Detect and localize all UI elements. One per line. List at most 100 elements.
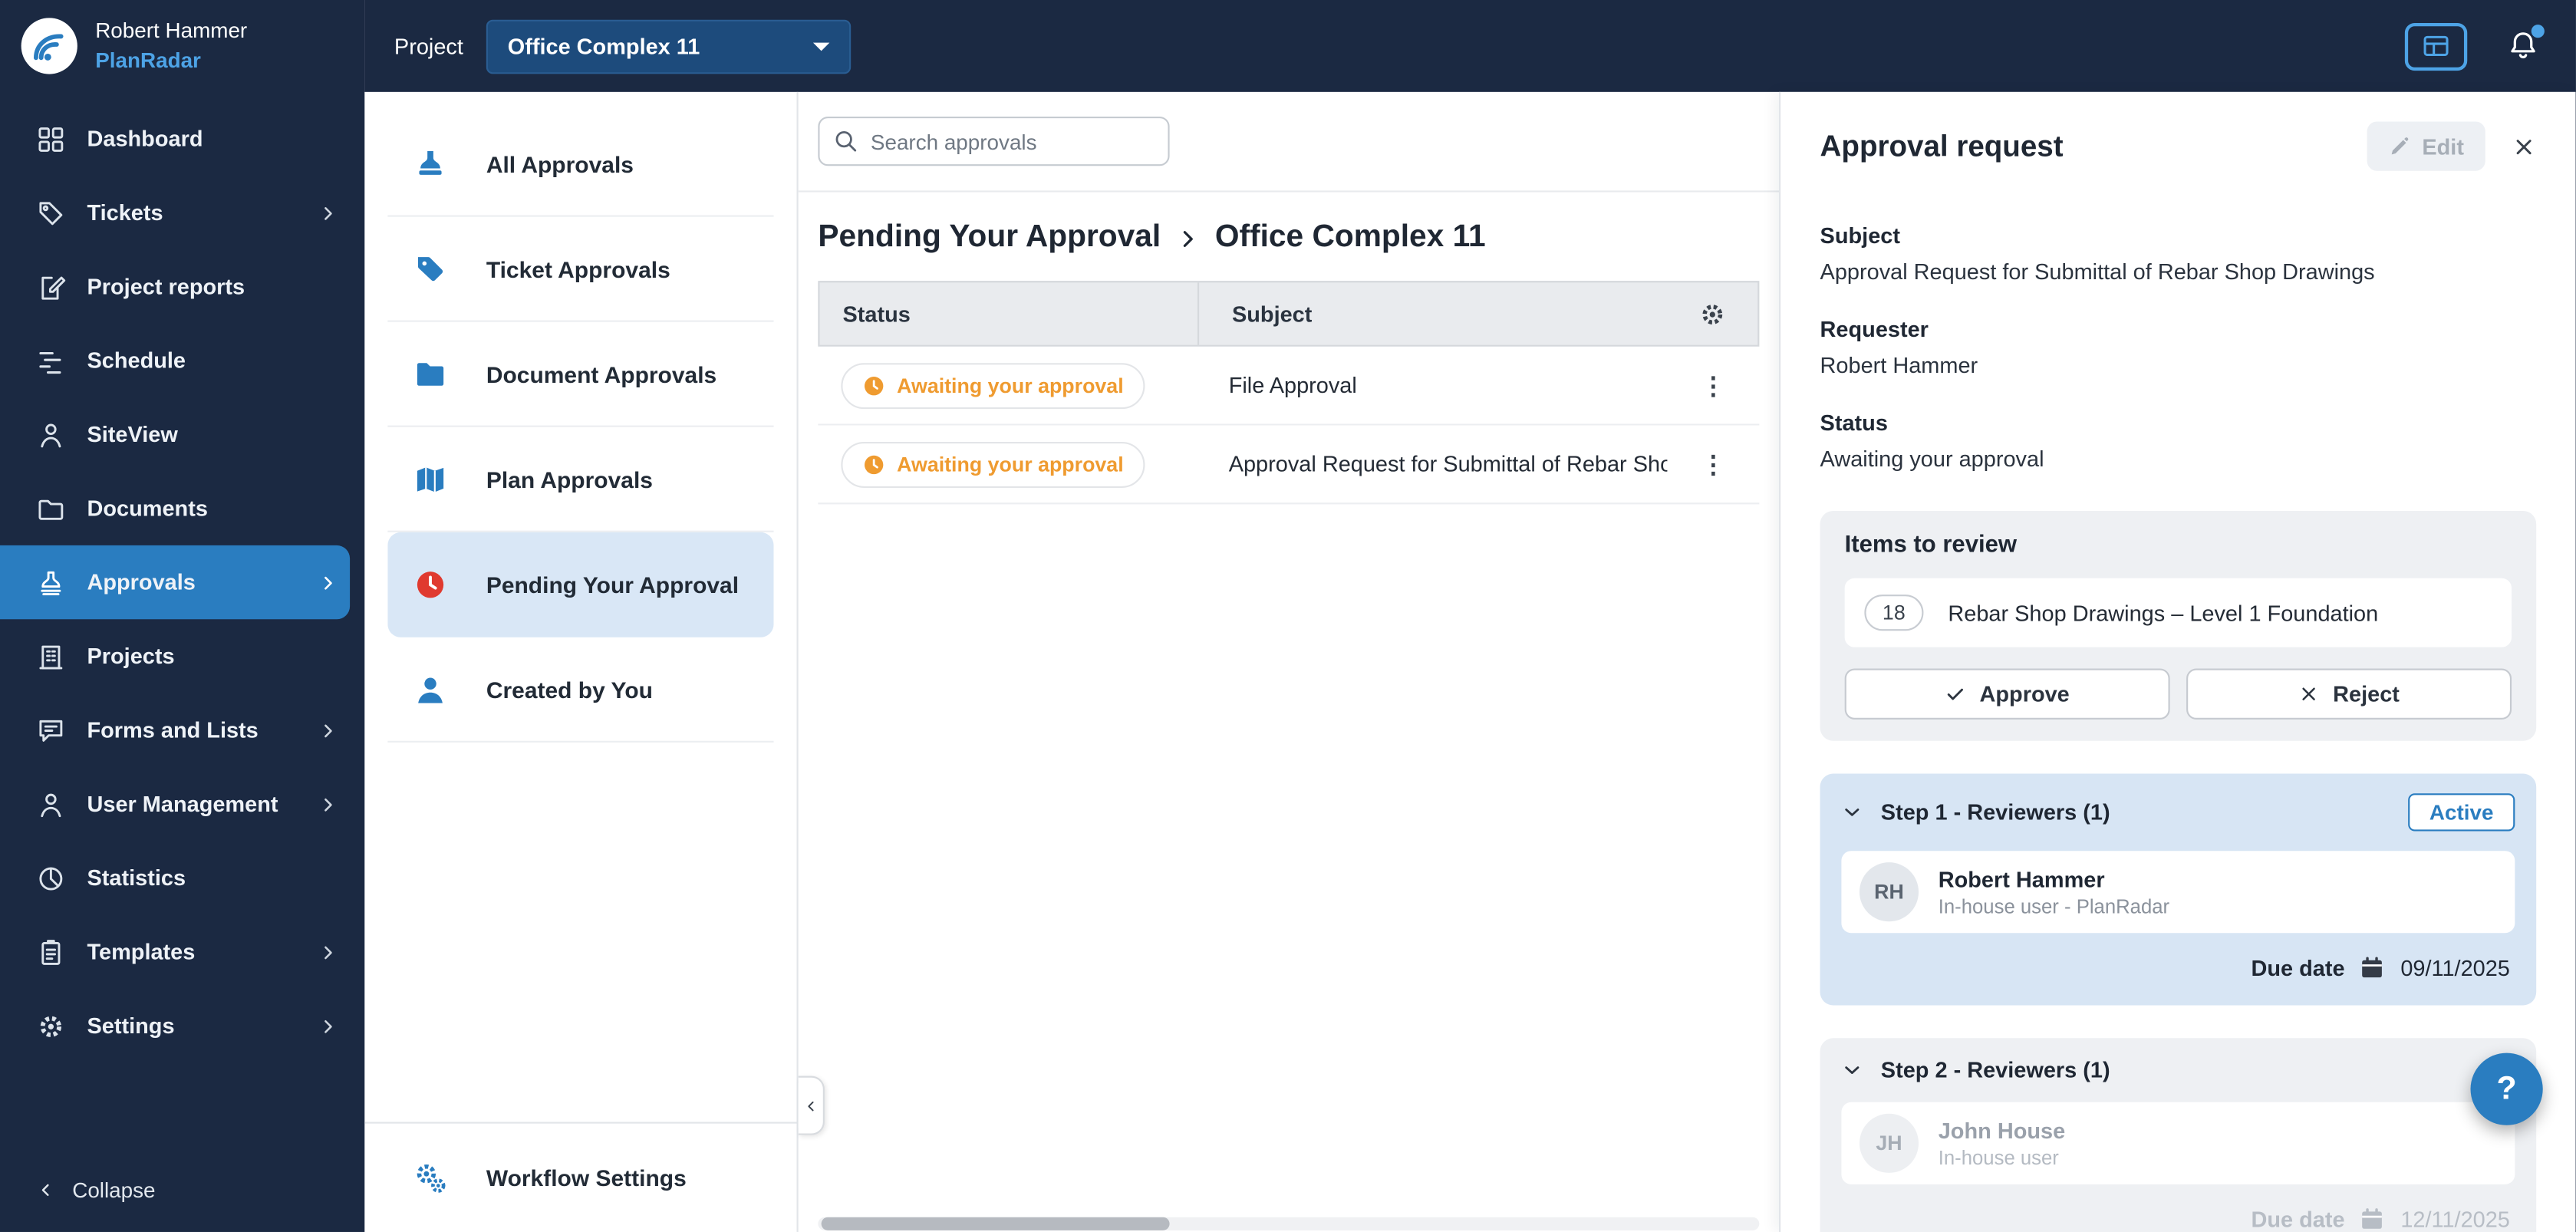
- row-menu-icon[interactable]: ⋮: [1667, 450, 1759, 479]
- plan-approvals-icon: [417, 466, 444, 492]
- sidebar-collapse-button[interactable]: Collapse: [0, 1147, 364, 1232]
- status-badge: Awaiting your approval: [841, 362, 1145, 409]
- workflow-settings-icon: [417, 1164, 446, 1193]
- step-status-badge: Active: [2408, 793, 2515, 832]
- sidebar-item-statistics[interactable]: Statistics: [0, 841, 364, 914]
- due-date-value: 09/11/2025: [2400, 955, 2510, 980]
- sidebar-item-schedule[interactable]: Schedule: [0, 324, 364, 397]
- sidebar-item-projects[interactable]: Projects: [0, 619, 364, 693]
- subnav-item-ticket-approvals[interactable]: Ticket Approvals: [387, 217, 774, 322]
- subnav-item-all-approvals[interactable]: All Approvals: [387, 112, 774, 217]
- table-settings-button[interactable]: [1665, 300, 1757, 328]
- subnav-item-label: Plan Approvals: [486, 466, 653, 492]
- company-name: PlanRadar: [95, 47, 201, 72]
- sidebar-item-tickets[interactable]: Tickets: [0, 176, 364, 249]
- sidebar-item-forms-and-lists[interactable]: Forms and Lists: [0, 693, 364, 767]
- sidebar-item-label: Schedule: [87, 348, 186, 374]
- scrollbar-thumb[interactable]: [821, 1217, 1170, 1230]
- chevron-down-icon: [1845, 1066, 1860, 1074]
- table-row[interactable]: Awaiting your approval Approval Request …: [818, 425, 1760, 505]
- horizontal-scrollbar: [818, 1217, 1760, 1230]
- sidebar-item-label: User Management: [87, 792, 278, 817]
- edit-button[interactable]: Edit: [2366, 121, 2485, 171]
- step-2-header[interactable]: Step 2 - Reviewers (1): [1841, 1058, 2515, 1082]
- dashboard-icon: [38, 127, 64, 151]
- subnav-item-created-by-you[interactable]: Created by You: [387, 637, 774, 743]
- items-to-review-title: Items to review: [1844, 532, 2018, 559]
- clock-icon: [863, 453, 884, 475]
- user-management-icon: [41, 792, 61, 817]
- item-label: Rebar Shop Drawings – Level 1 Foundation: [1948, 600, 2379, 625]
- sidebar-item-siteview[interactable]: SiteView: [0, 397, 364, 471]
- sidebar-item-templates[interactable]: Templates: [0, 915, 364, 989]
- row-subject: File Approval: [1228, 373, 1357, 398]
- close-icon: [2516, 139, 2532, 154]
- whiteboard-button[interactable]: [2404, 21, 2468, 71]
- app-root: Robert Hammer PlanRadar Dashboard Ticket…: [0, 0, 2576, 1232]
- sidebar-item-label: Tickets: [87, 200, 163, 226]
- search-icon: [835, 130, 857, 152]
- x-icon: [2302, 687, 2316, 700]
- due-date-row: Due date 09/11/2025: [1841, 954, 2515, 986]
- notifications-button[interactable]: [2507, 25, 2545, 63]
- planradar-logo-icon: [21, 18, 77, 74]
- status-badge: Awaiting your approval: [841, 440, 1145, 487]
- subnav-item-pending-your-approval[interactable]: Pending Your Approval: [387, 532, 774, 637]
- subnav-item-plan-approvals[interactable]: Plan Approvals: [387, 427, 774, 532]
- help-button[interactable]: ?: [2470, 1052, 2543, 1125]
- documents-icon: [38, 499, 64, 519]
- subnav-item-label: All Approvals: [486, 150, 634, 177]
- templates-icon: [41, 939, 61, 964]
- sidebar-item-label: Projects: [87, 644, 175, 669]
- workflow-step-2: Step 2 - Reviewers (1) JH John House In-…: [1820, 1038, 2537, 1232]
- chevron-right-icon: [324, 206, 332, 219]
- workflow-settings-button[interactable]: Workflow Settings: [364, 1122, 797, 1232]
- row-menu-icon[interactable]: ⋮: [1667, 371, 1759, 400]
- whiteboard-icon: [2423, 35, 2449, 57]
- search-input[interactable]: [818, 117, 1170, 166]
- items-to-review-card: Items to review 18 Rebar Shop Drawings –…: [1820, 510, 2537, 741]
- sidebar-item-settings[interactable]: Settings: [0, 989, 364, 1062]
- due-date-row: Due date 12/11/2025: [1841, 1206, 2515, 1232]
- sidebar-item-label: Dashboard: [87, 126, 203, 151]
- pending-clock-icon: [417, 571, 444, 598]
- project-label: Project: [394, 33, 463, 59]
- subnav-item-document-approvals[interactable]: Document Approvals: [387, 322, 774, 427]
- sidebar-item-label: Templates: [87, 939, 196, 964]
- sidebar-item-approvals[interactable]: Approvals: [0, 545, 351, 620]
- breadcrumb-parent[interactable]: Pending Your Approval: [818, 220, 1161, 256]
- subnav-item-label: Ticket Approvals: [486, 255, 670, 282]
- reviewer-name: John House: [1938, 1118, 2066, 1143]
- chevron-right-icon: [324, 945, 332, 959]
- sidebar-item-dashboard[interactable]: Dashboard: [0, 102, 364, 176]
- reject-button[interactable]: Reject: [2186, 668, 2512, 720]
- sidebar-item-label: Forms and Lists: [87, 717, 259, 743]
- step-title: Step 1 - Reviewers (1): [1880, 799, 2110, 825]
- sidebar: Robert Hammer PlanRadar Dashboard Ticket…: [0, 0, 365, 1232]
- workflow-settings-label: Workflow Settings: [486, 1164, 687, 1191]
- approve-button[interactable]: Approve: [1844, 668, 2170, 720]
- project-selector[interactable]: Office Complex 11: [486, 18, 852, 74]
- sidebar-item-documents[interactable]: Documents: [0, 472, 364, 545]
- user-name: Robert Hammer: [95, 18, 248, 44]
- breadcrumb-current: Office Complex 11: [1214, 219, 1486, 255]
- chevron-left-icon: [808, 1100, 814, 1111]
- siteview-icon: [41, 423, 61, 447]
- sidebar-item-user-management[interactable]: User Management: [0, 767, 364, 841]
- step-1-header[interactable]: Step 1 - Reviewers (1) Active: [1841, 793, 2515, 832]
- sidebar-item-project-reports[interactable]: Project reports: [0, 249, 364, 323]
- topbar: Project Office Complex 11: [364, 0, 2576, 92]
- approvals-icon: [41, 570, 61, 595]
- approvals-list-panel: Pending Your Approval Office Complex 11 …: [798, 92, 1780, 1232]
- chevron-right-icon: [324, 723, 332, 737]
- step-title: Step 2 - Reviewers (1): [1880, 1057, 2110, 1083]
- table-row[interactable]: Awaiting your approval File Approval ⋮: [818, 346, 1760, 426]
- close-button[interactable]: [2512, 134, 2536, 159]
- review-item[interactable]: 18 Rebar Shop Drawings – Level 1 Foundat…: [1844, 578, 2512, 647]
- collapse-panel-handle[interactable]: [798, 1076, 825, 1135]
- gear-icon: [1698, 300, 1725, 328]
- project-reports-icon: [41, 275, 66, 299]
- sidebar-nav: Dashboard Tickets Project reports Schedu…: [0, 102, 364, 1063]
- reviewer-card: JH John House In-house user: [1841, 1102, 2515, 1184]
- ticket-approvals-icon: [417, 256, 443, 281]
